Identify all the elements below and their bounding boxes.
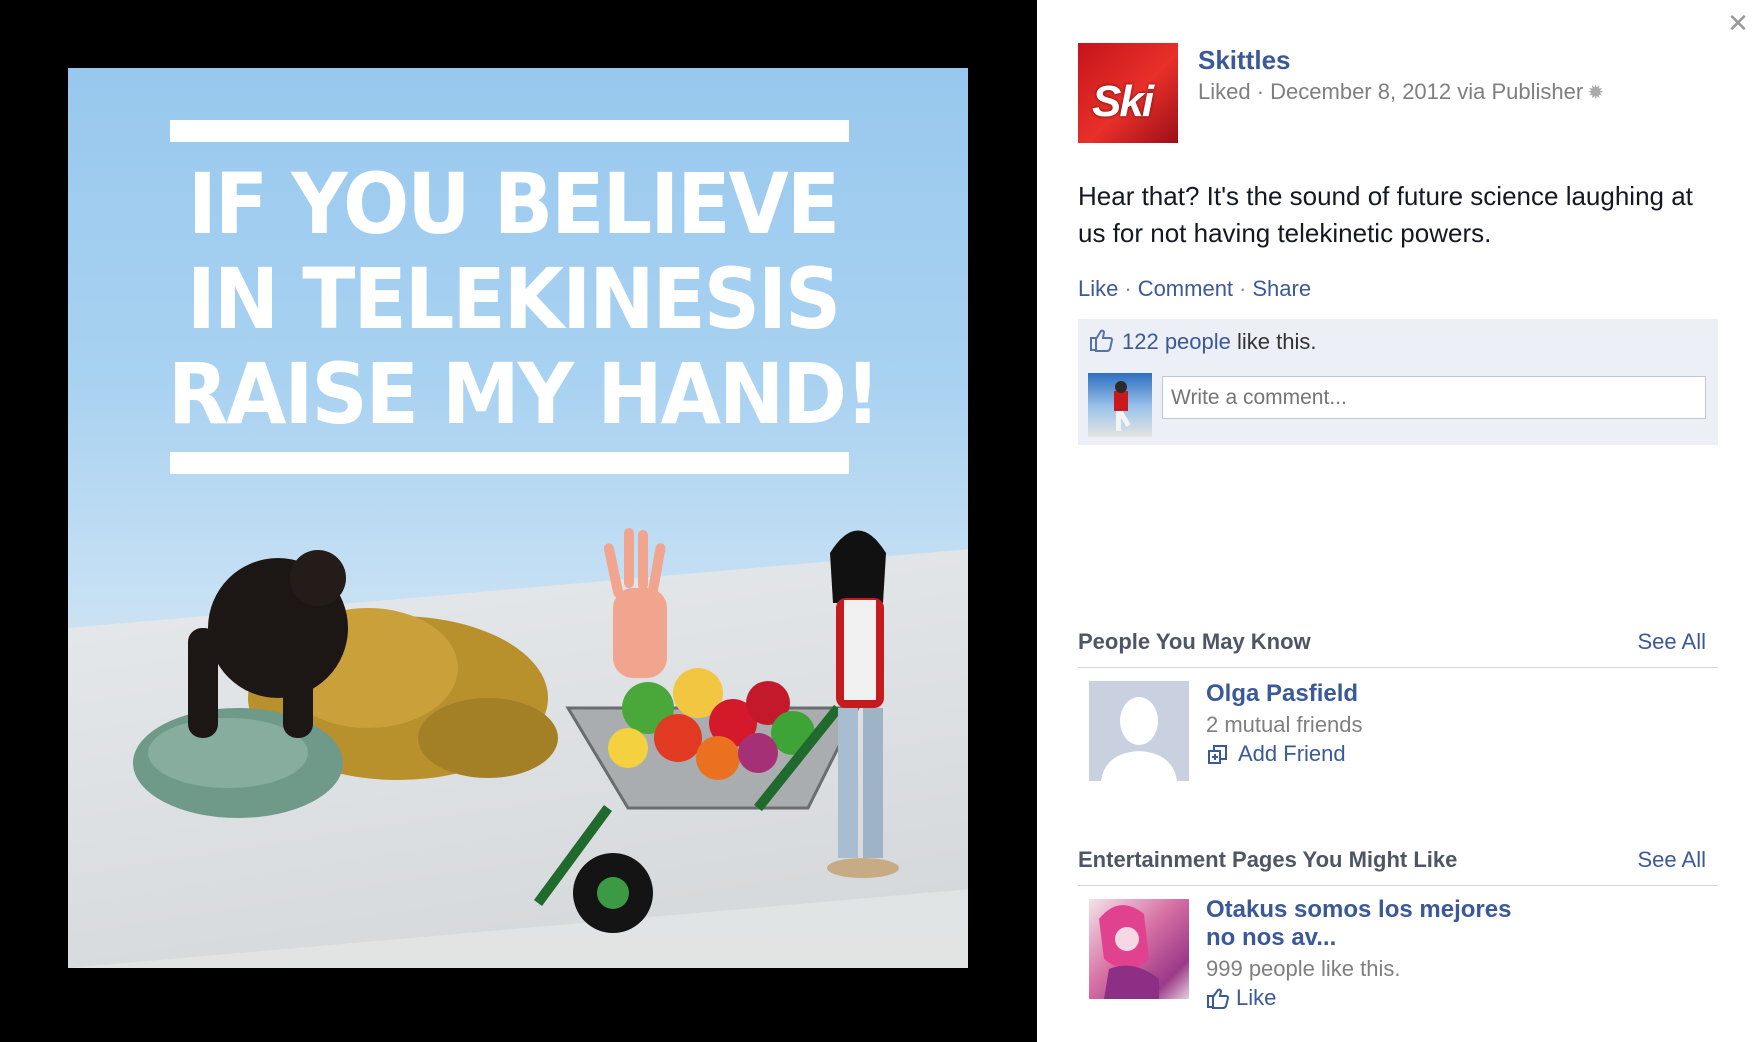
photo-scene — [133, 528, 899, 933]
page-avatar[interactable]: Ski — [1078, 43, 1178, 143]
photo-viewer: IF YOU BELIEVE IN TELEKINESIS RAISE MY H… — [0, 0, 1037, 1042]
like-page-button[interactable]: Like — [1206, 985, 1276, 1011]
suggested-page-name-line-2: no nos av... — [1206, 924, 1337, 951]
page-name-link[interactable]: Skittles — [1198, 45, 1291, 76]
photo-bottom-bar — [170, 452, 849, 474]
close-icon[interactable]: ✕ — [1725, 10, 1751, 36]
headline-line-3: RAISE MY HAND! — [168, 346, 881, 444]
mutual-friends-count[interactable]: 2 mutual friends — [1206, 712, 1363, 738]
entertainment-divider — [1078, 885, 1718, 886]
suggested-page-name-line-1: Otakus somos los mejores — [1206, 896, 1512, 923]
like-link[interactable]: Like — [1078, 276, 1118, 301]
suggested-page-name[interactable]: Otakus somos los mejores no nos av... — [1206, 896, 1511, 952]
commenter-avatar — [1088, 373, 1152, 437]
photo-headline: IF YOU BELIEVE IN TELEKINESIS RAISE MY H… — [168, 156, 881, 444]
friend-suggestion-name[interactable]: Olga Pasfield — [1206, 680, 1358, 708]
friend-suggestion-avatar[interactable] — [1089, 681, 1189, 781]
add-friend-icon — [1208, 745, 1227, 764]
entertainment-pages-title: Entertainment Pages You Might Like — [1078, 847, 1458, 872]
post-actions: Like · Comment · Share — [1078, 276, 1311, 302]
entertainment-see-all-link[interactable]: See All — [1638, 847, 1707, 873]
add-friend-button[interactable]: Add Friend — [1206, 741, 1346, 767]
default-female-avatar-icon — [1089, 681, 1189, 781]
likes-count-link[interactable]: 122 people — [1122, 329, 1231, 354]
photo-top-bar — [170, 120, 849, 142]
add-friend-label: Add Friend — [1238, 741, 1346, 766]
gear-icon[interactable]: ✹ — [1587, 82, 1604, 104]
page-avatar-logo: Ski — [1092, 77, 1154, 126]
pymk-title: People You May Know — [1078, 629, 1311, 654]
post-meta: Liked · December 8, 2012 via Publisher ✹ — [1198, 79, 1604, 105]
headline-line-1: IF YOU BELIEVE — [187, 156, 840, 254]
commenter-avatar-image — [1114, 381, 1131, 431]
likes-suffix: like this. — [1230, 329, 1317, 354]
suggested-page-avatar[interactable] — [1089, 899, 1189, 999]
thumbs-up-icon — [1090, 329, 1114, 352]
post-photo[interactable]: IF YOU BELIEVE IN TELEKINESIS RAISE MY H… — [68, 68, 968, 968]
suggested-page-likes: 999 people like this. — [1206, 956, 1401, 981]
post-meta-text: Liked · December 8, 2012 via Publisher — [1198, 79, 1584, 104]
headline-line-2: IN TELEKINESIS — [186, 251, 841, 349]
post-side-panel: ✕ Ski Skittles Liked · December 8, 2012 … — [1037, 0, 1759, 1042]
suggested-page-image — [1099, 905, 1159, 999]
action-separator: · — [1239, 276, 1247, 301]
share-link[interactable]: Share — [1252, 276, 1311, 301]
likes-summary: 122 people like this. — [1088, 327, 1316, 355]
feedback-box: 122 people like this. — [1078, 319, 1718, 445]
pymk-divider — [1078, 667, 1718, 668]
like-thumb-icon — [1207, 988, 1230, 1009]
action-separator: · — [1124, 276, 1132, 301]
comment-link[interactable]: Comment — [1138, 276, 1233, 301]
comment-input[interactable] — [1162, 376, 1706, 419]
pymk-see-all-link[interactable]: See All — [1638, 629, 1707, 655]
like-page-label: Like — [1236, 985, 1277, 1010]
post-text: Hear that? It's the sound of future scie… — [1078, 181, 1693, 248]
